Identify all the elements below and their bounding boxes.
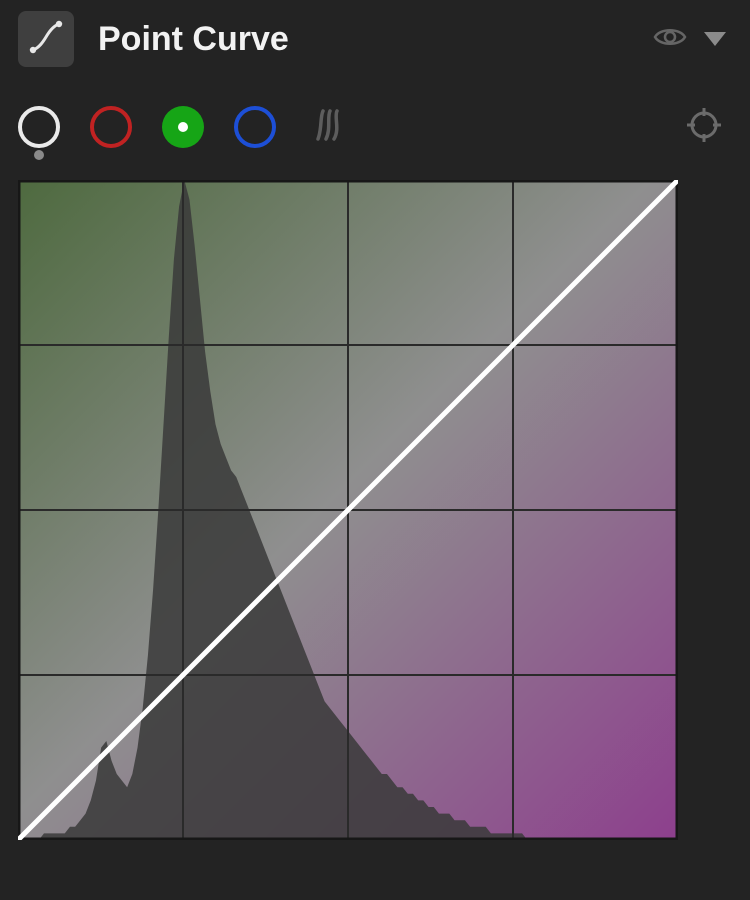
tone-curve-canvas[interactable] xyxy=(18,180,678,840)
circle-icon xyxy=(34,150,44,160)
channel-selector-row xyxy=(18,84,732,170)
point-curve-mode-button[interactable] xyxy=(18,11,74,67)
eye-icon xyxy=(652,19,688,60)
curve-icon xyxy=(29,20,63,59)
panel-menu-dropdown[interactable] xyxy=(704,32,726,46)
target-adjust-icon xyxy=(685,106,723,149)
rgb-channel-button[interactable] xyxy=(18,106,60,148)
refine-saturation-button[interactable] xyxy=(306,105,350,149)
red-channel-button[interactable] xyxy=(90,106,132,148)
panel-title: Point Curve xyxy=(98,20,650,59)
visibility-toggle[interactable] xyxy=(650,19,690,59)
panel-header: Point Curve xyxy=(18,0,732,78)
selected-dot-icon xyxy=(178,122,188,132)
refine-swirl-icon xyxy=(308,105,348,150)
blue-channel-button[interactable] xyxy=(234,106,276,148)
targeted-adjustment-button[interactable] xyxy=(682,105,726,149)
tone-curve-graph[interactable] xyxy=(18,180,732,840)
green-channel-button[interactable] xyxy=(162,106,204,148)
point-curve-panel: Point Curve xyxy=(0,0,750,840)
